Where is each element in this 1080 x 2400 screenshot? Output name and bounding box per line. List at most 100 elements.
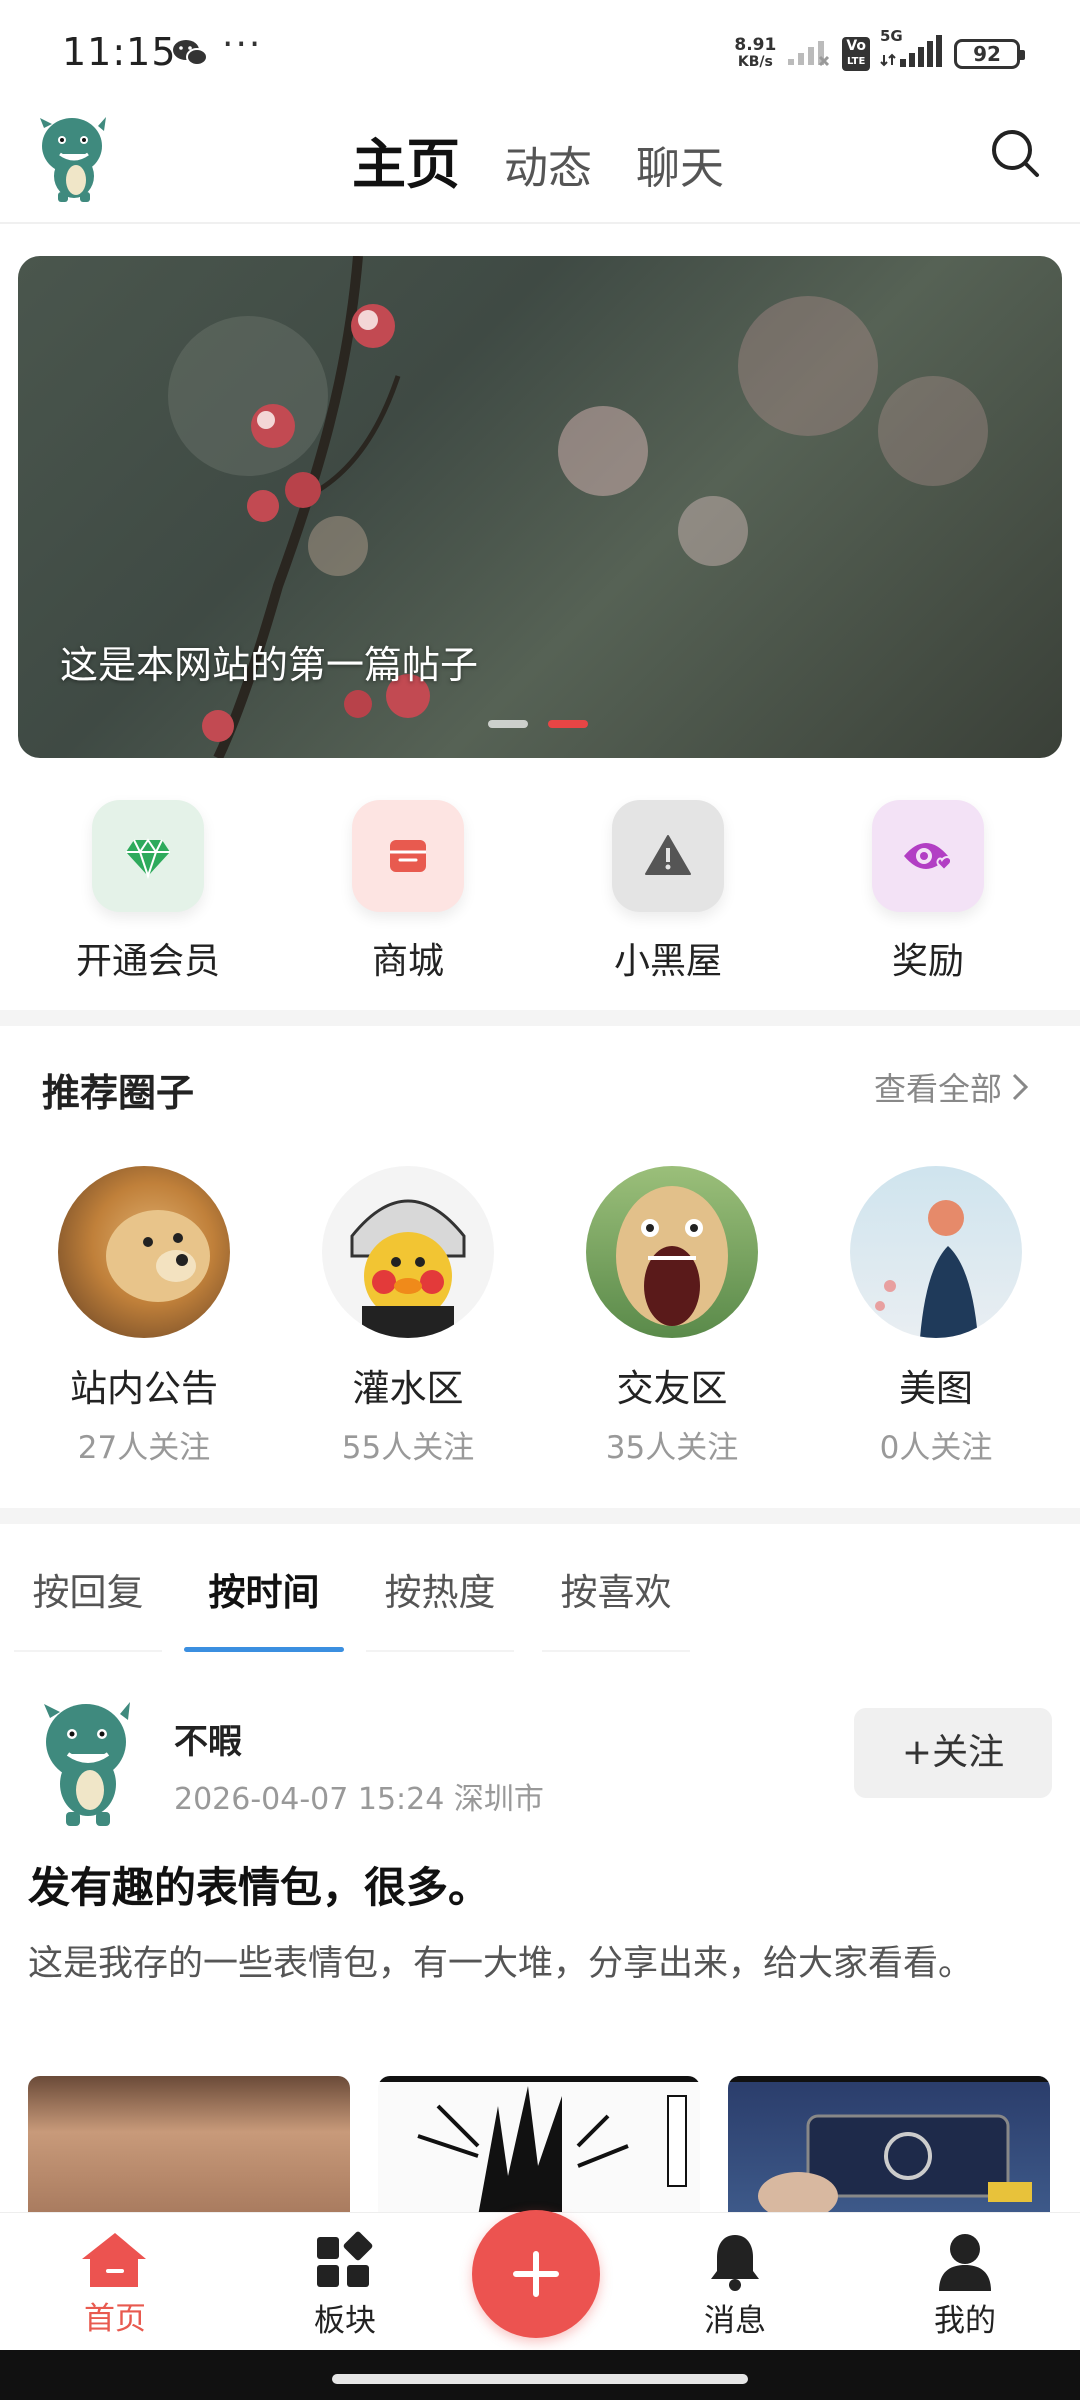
bottom-nav-label: 我的 xyxy=(934,2303,996,2339)
post-author-avatar[interactable] xyxy=(36,1692,140,1828)
chevron-right-icon xyxy=(1012,1073,1029,1101)
tab-home[interactable]: 主页 xyxy=(352,120,460,199)
net-speed-value: 8.91 xyxy=(734,35,777,55)
view-all-label: 查看全部 xyxy=(873,1070,1002,1108)
home-icon xyxy=(82,2233,146,2287)
circle-list: 站内公告 27人关注 灌水区 55人关注 交友区 35人关注 美图 0人关注 xyxy=(0,1166,1080,1467)
carousel-dot[interactable] xyxy=(488,720,528,728)
store-icon xyxy=(352,800,464,912)
bottom-nav-home[interactable]: 首页 xyxy=(0,2213,230,2350)
quick-action-vip[interactable]: 开通会员 xyxy=(18,800,278,1000)
circle-followers: 35人关注 xyxy=(605,1430,739,1466)
grid-icon xyxy=(317,2231,373,2287)
circle-followers: 55人关注 xyxy=(341,1430,475,1466)
volte-top: Vo xyxy=(846,38,866,54)
circle-name: 美图 xyxy=(899,1367,973,1410)
sort-tab-likes[interactable]: 按喜欢 xyxy=(528,1542,704,1652)
quick-action-label: 小黑屋 xyxy=(613,941,722,982)
bottom-nav-boards[interactable]: 板块 xyxy=(230,2213,460,2350)
section-divider xyxy=(0,1508,1080,1524)
status-bar: 11:15 ··· 8.91 KB/s Vo LTE 5G 92 xyxy=(0,0,1080,100)
post-meta: 2026-04-07 15:24 深圳市 xyxy=(174,1782,544,1817)
quick-action-store[interactable]: 商城 xyxy=(278,800,538,1000)
sort-tab-reply[interactable]: 按回复 xyxy=(0,1542,176,1652)
tab-divider xyxy=(542,1650,690,1652)
more-notifications-icon: ··· xyxy=(222,24,263,65)
eye-heart-icon xyxy=(872,800,984,912)
quick-action-rewards[interactable]: 奖励 xyxy=(798,800,1058,1000)
sort-tab-label: 按回复 xyxy=(32,1571,144,1614)
warning-icon xyxy=(612,800,724,912)
circle-item[interactable]: 美图 0人关注 xyxy=(804,1166,1068,1467)
sort-tab-hot[interactable]: 按热度 xyxy=(352,1542,528,1652)
circle-avatar xyxy=(586,1166,758,1338)
app-logo[interactable] xyxy=(36,110,112,202)
circle-name: 灌水区 xyxy=(352,1367,464,1410)
tab-divider xyxy=(14,1650,162,1652)
app-header: 主页 动态 聊天 xyxy=(0,100,1080,224)
post-image-grid xyxy=(28,2076,1050,2216)
carousel-indicator xyxy=(488,720,588,728)
post-body[interactable]: 这是我存的一些表情包，有一大堆，分享出来，给大家看看。 xyxy=(28,1930,1038,1998)
status-indicators: 8.91 KB/s Vo LTE 5G 92 xyxy=(734,27,1025,74)
circle-followers: 0人关注 xyxy=(879,1430,993,1466)
status-time: 11:15 xyxy=(62,30,177,74)
quick-action-label: 开通会员 xyxy=(75,941,220,982)
bottom-nav-messages[interactable]: 消息 xyxy=(620,2213,850,2350)
battery-indicator: 92 xyxy=(954,39,1025,69)
tab-divider xyxy=(366,1650,514,1652)
circle-name: 站内公告 xyxy=(70,1367,218,1410)
diamond-icon xyxy=(92,800,204,912)
net-speed: 8.91 KB/s xyxy=(734,37,776,71)
quick-action-blackroom[interactable]: 小黑屋 xyxy=(538,800,798,1000)
post-image[interactable] xyxy=(728,2076,1050,2216)
section-divider xyxy=(0,1010,1080,1026)
quick-action-label: 奖励 xyxy=(891,941,964,982)
tab-chat[interactable]: 聊天 xyxy=(636,132,724,196)
signal-weak-icon xyxy=(786,37,832,71)
follow-button[interactable]: +关注 xyxy=(854,1708,1052,1798)
section-title: 推荐圈子 xyxy=(42,1071,195,1115)
quick-action-label: 商城 xyxy=(371,941,444,982)
user-icon xyxy=(939,2234,991,2291)
circle-item[interactable]: 站内公告 27人关注 xyxy=(12,1166,276,1467)
sort-tab-label: 按喜欢 xyxy=(560,1571,672,1614)
sort-tab-label: 按热度 xyxy=(384,1571,496,1614)
circle-avatar xyxy=(322,1166,494,1338)
net-speed-unit: KB/s xyxy=(737,54,773,70)
bottom-nav-label: 消息 xyxy=(704,2303,766,2339)
wechat-icon xyxy=(172,38,208,72)
post-title[interactable]: 发有趣的表情包，很多。 xyxy=(28,1854,490,1915)
banner-carousel[interactable]: 这是本网站的第一篇帖子 xyxy=(18,256,1062,758)
sort-tab-time[interactable]: 按时间 xyxy=(176,1542,352,1652)
plus-icon xyxy=(513,2251,559,2297)
network-type: 5G xyxy=(880,27,903,45)
banner-caption: 这是本网站的第一篇帖子 xyxy=(60,643,479,687)
quick-actions: 开通会员 商城 小黑屋 奖励 xyxy=(0,800,1080,1000)
tab-feed[interactable]: 动态 xyxy=(504,132,592,196)
carousel-dot-active[interactable] xyxy=(548,720,588,728)
bottom-nav-me[interactable]: 我的 xyxy=(850,2213,1080,2350)
search-icon[interactable] xyxy=(988,126,1044,182)
bottom-nav-label: 首页 xyxy=(84,2301,146,2337)
home-indicator[interactable] xyxy=(332,2374,748,2384)
circle-avatar xyxy=(850,1166,1022,1338)
sort-tab-label: 按时间 xyxy=(208,1571,320,1614)
sort-tabs: 按回复 按时间 按热度 按喜欢 xyxy=(0,1542,1080,1652)
circle-name: 交友区 xyxy=(616,1367,728,1410)
volte-bottom: LTE xyxy=(846,56,866,67)
circle-item[interactable]: 灌水区 55人关注 xyxy=(276,1166,540,1467)
circle-followers: 27人关注 xyxy=(77,1430,211,1466)
bell-icon xyxy=(711,2235,759,2291)
create-post-button[interactable] xyxy=(472,2210,600,2338)
view-all-link[interactable]: 查看全部 xyxy=(874,1064,1030,1110)
circle-avatar xyxy=(58,1166,230,1338)
top-nav-tabs: 主页 动态 聊天 xyxy=(352,120,724,199)
bottom-nav-label: 板块 xyxy=(314,2303,376,2339)
circle-item[interactable]: 交友区 35人关注 xyxy=(540,1166,804,1467)
signal-5g-icon: 5G xyxy=(880,27,944,73)
post-image[interactable] xyxy=(28,2076,350,2216)
volte-badge: Vo LTE xyxy=(842,37,870,71)
post-author-name[interactable]: 不暇 xyxy=(174,1714,242,1763)
post-image[interactable] xyxy=(378,2076,700,2216)
